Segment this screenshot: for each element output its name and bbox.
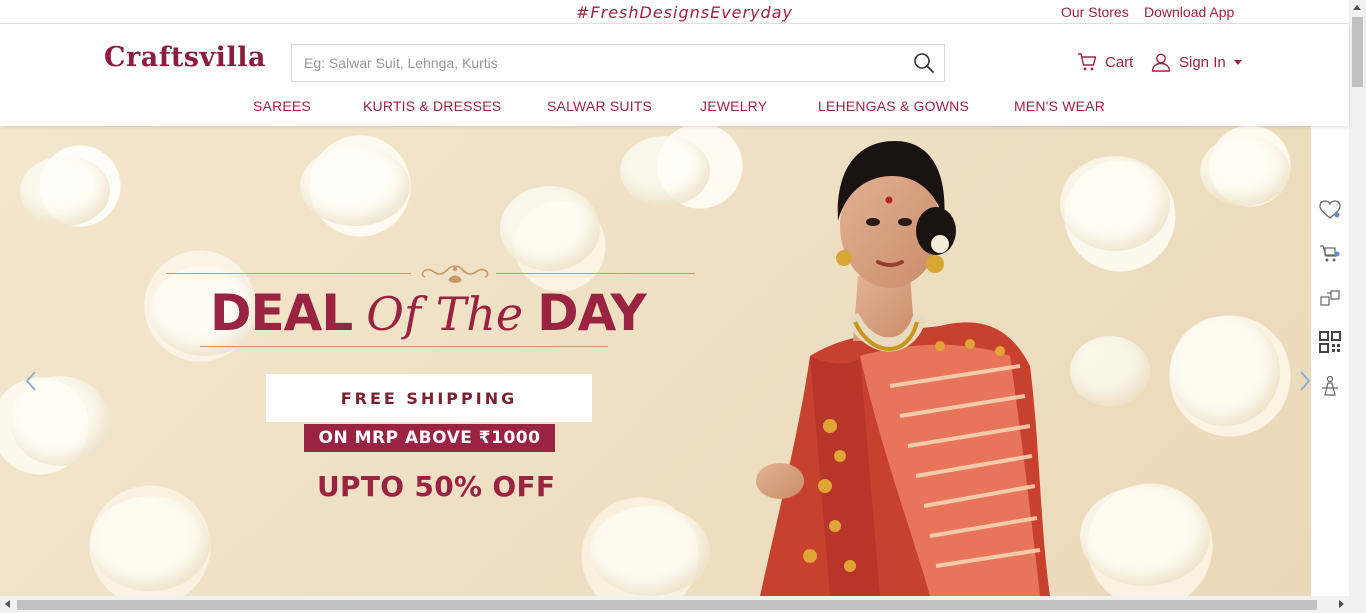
carousel-next-button[interactable] <box>1290 366 1311 396</box>
chevron-down-icon <box>1233 59 1242 65</box>
model-image <box>756 141 1050 596</box>
side-quick-links <box>1311 126 1349 596</box>
user-icon <box>1151 53 1171 72</box>
free-shipping-box: FREE SHIPPING <box>266 374 592 422</box>
search-bar <box>291 44 945 82</box>
nav-item-lehengas-gowns[interactable]: LEHENGAS & GOWNS <box>818 98 969 114</box>
horizontal-scroll-thumb[interactable] <box>17 600 1317 610</box>
search-input[interactable] <box>292 45 892 81</box>
discount-text: UPTO 50% OFF <box>317 470 556 503</box>
day-word: DAY <box>537 284 647 342</box>
carousel-prev-button[interactable] <box>16 366 46 396</box>
divider <box>166 273 411 274</box>
petal-decoration <box>500 186 600 271</box>
petal-decoration <box>300 146 410 226</box>
petal-decoration <box>1060 156 1170 251</box>
petal-decoration <box>20 156 110 226</box>
chevron-left-icon <box>25 371 36 391</box>
track-order-icon[interactable] <box>1318 242 1342 266</box>
stylist-icon[interactable] <box>1318 374 1342 398</box>
sign-in-label: Sign In <box>1179 53 1226 71</box>
nav-item-sarees[interactable]: SAREES <box>253 98 311 114</box>
petal-decoration <box>590 506 710 596</box>
tagline: #FreshDesignsEveryday <box>576 3 793 22</box>
cart-label: Cart <box>1105 53 1134 71</box>
nav-item-mens-wear[interactable]: MEN'S WEAR <box>1014 98 1105 114</box>
sign-in-button[interactable]: Sign In <box>1151 52 1242 72</box>
nav-item-salwar-suits[interactable]: SALWAR SUITS <box>547 98 652 114</box>
petal-decoration <box>1200 136 1290 206</box>
nav-item-kurtis-dresses[interactable]: KURTIS & DRESSES <box>363 98 501 114</box>
exchange-icon[interactable] <box>1318 286 1342 310</box>
horizontal-scrollbar[interactable] <box>0 596 1366 613</box>
wishlist-heart-icon[interactable] <box>1318 198 1342 222</box>
logo[interactable]: Craftsvilla <box>104 42 266 73</box>
category-nav: SAREES KURTIS & DRESSES SALWAR SUITS JEW… <box>0 98 1349 118</box>
petal-decoration <box>1070 336 1150 406</box>
vertical-scroll-thumb[interactable] <box>1352 17 1363 87</box>
hero-banner[interactable]: DEAL Of The DAY FREE SHIPPING ON MRP ABO… <box>0 126 1311 596</box>
nav-item-jewelry[interactable]: JEWELRY <box>700 98 767 114</box>
divider <box>496 273 695 274</box>
cart-icon <box>1078 53 1097 71</box>
vertical-scrollbar[interactable] <box>1349 0 1366 596</box>
page: #FreshDesignsEveryday Our Stores Downloa… <box>0 0 1366 613</box>
divider <box>200 346 608 347</box>
petal-decoration <box>1080 486 1210 586</box>
deal-script-word: Of The <box>366 287 524 341</box>
our-stores-link[interactable]: Our Stores <box>1061 4 1129 20</box>
top-strip: #FreshDesignsEveryday Our Stores Downloa… <box>0 0 1349 24</box>
scroll-up-icon[interactable] <box>1353 5 1361 10</box>
mrp-above-box: ON MRP ABOVE ₹1000 <box>304 424 555 452</box>
deal-word: DEAL <box>210 284 353 342</box>
scroll-right-icon[interactable] <box>1339 600 1344 608</box>
petal-decoration <box>620 136 710 206</box>
cart-button[interactable]: Cart <box>1077 52 1133 72</box>
scroll-left-icon[interactable] <box>5 600 10 608</box>
header: Craftsvilla Cart Sign In SAREES KURTIS &… <box>0 24 1349 126</box>
qr-code-icon[interactable] <box>1318 330 1342 354</box>
search-icon[interactable] <box>912 51 938 77</box>
petal-decoration <box>1170 316 1280 426</box>
download-app-link[interactable]: Download App <box>1144 4 1234 20</box>
deal-of-the-day-title: DEAL Of The DAY <box>210 284 647 342</box>
petal-decoration <box>90 496 210 591</box>
chevron-right-icon <box>1300 371 1311 391</box>
